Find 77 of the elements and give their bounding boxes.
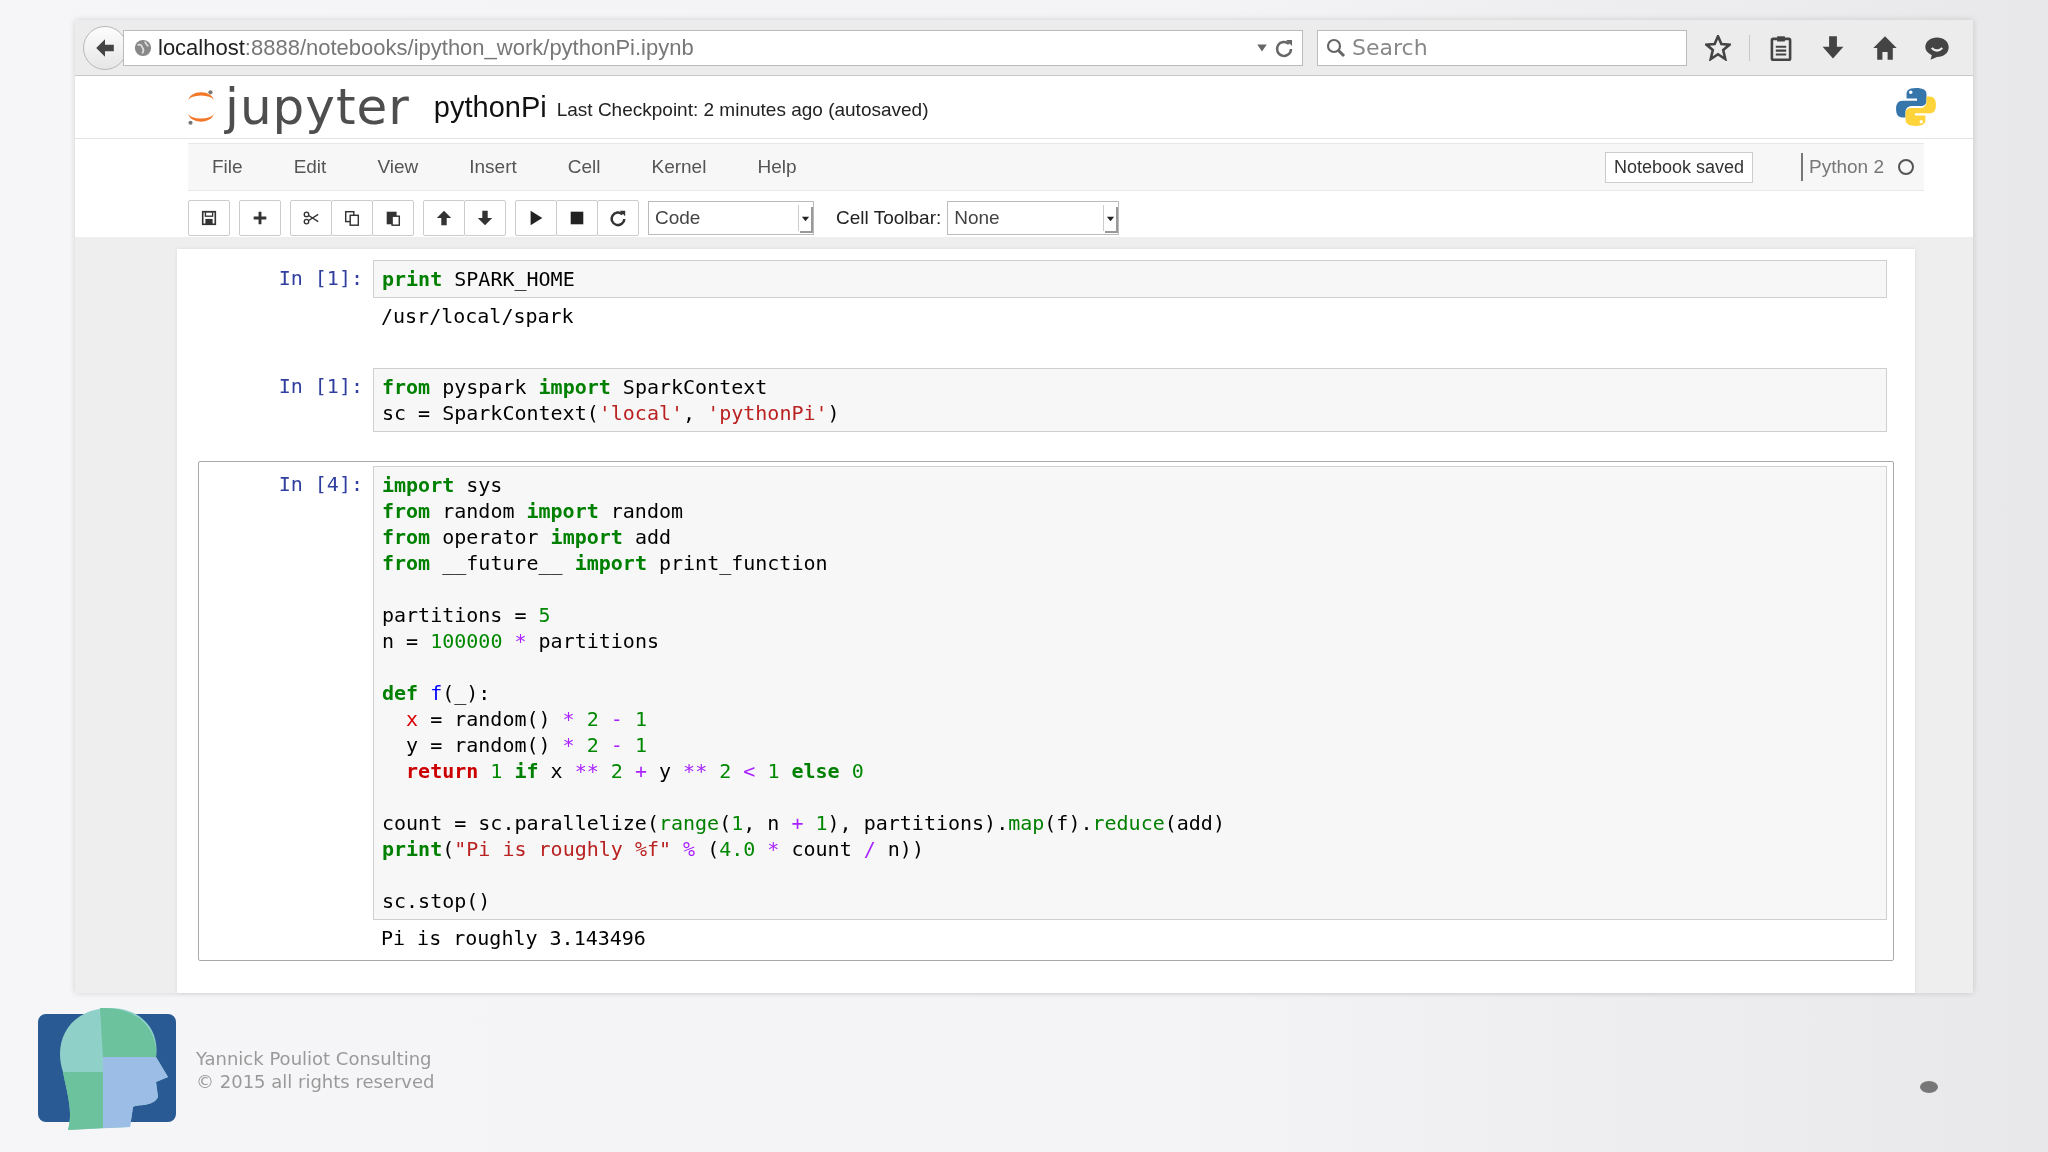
- search-icon: [1326, 37, 1346, 58]
- code-cell[interactable]: In [1]: from pyspark import SparkContext sc = SparkContext('local', 'pythonPi'): [198, 363, 1894, 437]
- input-prompt: In [1]:: [277, 265, 364, 292]
- move-up-button[interactable]: [423, 200, 465, 236]
- cell-toolbar-label: Cell Toolbar:: [836, 207, 942, 229]
- menu-item[interactable]: Kernel: [639, 156, 732, 178]
- restart-button[interactable]: [597, 200, 639, 236]
- download-icon[interactable]: [1820, 34, 1846, 61]
- menu-item[interactable]: Cell: [555, 156, 626, 178]
- cell-output: Pi is roughly 3.143496: [380, 925, 647, 952]
- reading-list-icon[interactable]: [1768, 34, 1794, 61]
- address-field[interactable]: localhost:8888/notebooks/ipython_work/pythonPi.ipynb: [123, 29, 1303, 66]
- code-line: return 1 if x ** 2 + y ** 2 < 1 else 0: [405, 758, 865, 784]
- menu-item[interactable]: View: [365, 156, 444, 178]
- interrupt-button[interactable]: [556, 200, 598, 236]
- menu-item[interactable]: Edit: [281, 156, 352, 178]
- cell-toolbar-dropdown[interactable]: None: [947, 201, 1120, 235]
- menu-item[interactable]: Insert: [457, 156, 542, 178]
- code-line: sc = SparkContext('local', 'pythonPi'): [382, 400, 841, 426]
- globe-icon: [134, 38, 152, 57]
- save-button[interactable]: [188, 200, 230, 236]
- checkpoint-text: Last Checkpoint: 2 minutes ago (autosaved): [556, 99, 929, 121]
- run-button[interactable]: [515, 200, 557, 236]
- code-line: from random import random: [382, 498, 685, 524]
- notebook-name[interactable]: pythonPi: [433, 90, 547, 124]
- code-cell[interactable]: In [1]: print SPARK_HOME /usr/local/spark: [198, 255, 1894, 339]
- paste-icon: [384, 209, 402, 227]
- copy-button[interactable]: [331, 200, 373, 236]
- copyright-text: © 2015 all rights reserved: [196, 1069, 435, 1093]
- paste-button[interactable]: [372, 200, 414, 236]
- code-line: from __future__ import print_function: [382, 550, 829, 576]
- dropdown-caret-icon[interactable]: [1256, 41, 1268, 54]
- star-icon[interactable]: [1705, 34, 1731, 61]
- url-text: localhost:8888/notebooks/ipython_work/pythonPi.ipynb: [158, 34, 694, 61]
- code-line: def f(_):: [382, 680, 492, 706]
- company-name: Yannick Pouliot Consulting: [196, 1046, 433, 1070]
- up-arrow-icon: [435, 209, 453, 227]
- save-icon: [200, 209, 218, 227]
- stop-icon: [568, 209, 586, 227]
- cell-type-dropdown[interactable]: Code: [648, 201, 814, 235]
- code-line: n = 100000 * partitions: [382, 628, 660, 654]
- code-line: count = sc.parallelize(range(1, n + 1), partitions).map(f).reduce(add): [382, 810, 1226, 836]
- down-arrow-icon: [476, 209, 494, 227]
- plus-icon: [251, 209, 269, 227]
- scissors-icon: [302, 209, 320, 227]
- input-prompt: In [4]:: [277, 471, 364, 498]
- jupyter-logo-text: jupyter: [225, 82, 410, 132]
- move-down-button[interactable]: [464, 200, 506, 236]
- copy-icon: [343, 209, 361, 227]
- python-logo-icon: [1895, 86, 1937, 128]
- code-line: y = random() * 2 - 1: [405, 732, 648, 758]
- search-box[interactable]: Search: [1317, 29, 1687, 66]
- menu-item[interactable]: File: [200, 156, 268, 178]
- home-icon[interactable]: [1872, 34, 1898, 61]
- search-field[interactable]: Search: [1352, 32, 1678, 63]
- code-line: from pyspark import SparkContext: [382, 374, 769, 400]
- code-line: partitions = 5: [382, 602, 552, 628]
- slide-dot-icon: [1920, 1080, 1938, 1093]
- restart-icon: [609, 209, 627, 227]
- code-line: from operator import add: [382, 524, 672, 550]
- kernel-name: Python 2: [1809, 156, 1884, 178]
- insert-cell-button[interactable]: [239, 200, 281, 236]
- code-input[interactable]: [373, 466, 1887, 920]
- code-line: print SPARK_HOME: [382, 266, 576, 292]
- code-cell[interactable]: [198, 461, 1894, 961]
- cut-button[interactable]: [290, 200, 332, 236]
- input-prompt: In [1]:: [277, 373, 364, 400]
- code-input[interactable]: print SPARK_HOME: [373, 260, 1887, 298]
- code-input[interactable]: from pyspark import SparkContext sc = SparkContext('local', 'pythonPi'): [373, 368, 1887, 432]
- notification-label: Notebook saved: [1604, 151, 1753, 183]
- code-line: x = random() * 2 - 1: [405, 706, 648, 732]
- code-line: import sys: [382, 472, 504, 498]
- cell-output: /usr/local/spark: [380, 303, 575, 330]
- code-line: sc.stop(): [382, 888, 492, 914]
- code-line: print("Pi is roughly %f" % (4.0 * count / n)): [382, 836, 925, 862]
- reload-icon[interactable]: [1274, 37, 1294, 58]
- menu-item[interactable]: Help: [745, 156, 822, 178]
